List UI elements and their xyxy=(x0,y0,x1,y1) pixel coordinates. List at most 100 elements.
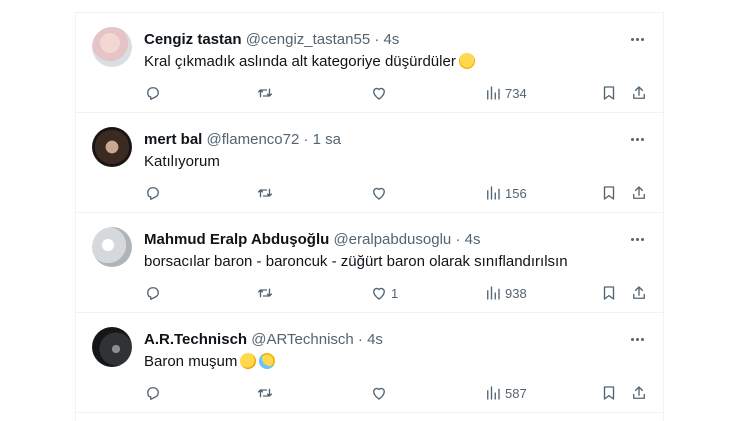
bookmark-icon xyxy=(603,386,615,400)
tweet-text: Kral çıkmadık aslında alt kategoriye düş… xyxy=(144,52,475,72)
author-name[interactable]: A.R.Technisch xyxy=(144,331,247,348)
reply-button[interactable] xyxy=(144,83,162,103)
share-button[interactable] xyxy=(630,183,648,203)
reply-button[interactable] xyxy=(144,383,162,403)
retweet-button[interactable] xyxy=(256,283,274,303)
like-button[interactable] xyxy=(370,183,391,203)
tweet-actions: 156 xyxy=(144,183,647,203)
more-icon[interactable] xyxy=(627,31,647,47)
like-button[interactable] xyxy=(370,383,391,403)
views-icon xyxy=(487,286,500,300)
tweet[interactable]: Cengiz tastan @cengiz_tastan55 · 4s Kral… xyxy=(76,13,663,113)
timestamp[interactable]: 1 sa xyxy=(313,131,341,148)
like-count: 1 xyxy=(391,285,399,301)
retweet-icon xyxy=(257,288,273,298)
bookmark-icon xyxy=(603,286,615,300)
bookmark-button[interactable] xyxy=(600,383,618,403)
views-button[interactable]: 938 xyxy=(484,283,527,303)
bookmark-icon xyxy=(603,86,615,100)
retweet-icon xyxy=(257,388,273,398)
views-button[interactable]: 587 xyxy=(484,383,527,403)
views-button[interactable]: 734 xyxy=(484,83,527,103)
like-button[interactable] xyxy=(370,83,391,103)
tweet-header: Mahmud Eralp Abduşoğlu @eralpabdusoglu ·… xyxy=(144,230,480,250)
more-icon[interactable] xyxy=(627,231,647,247)
tweet[interactable]: Mahmud Eralp Abduşoğlu @eralpabdusoglu ·… xyxy=(76,213,663,313)
avatar[interactable] xyxy=(92,227,132,267)
bookmark-button[interactable] xyxy=(600,83,618,103)
separator-dot: · xyxy=(374,31,380,48)
retweet-button[interactable] xyxy=(256,83,274,103)
tweet-text-content: Katılıyorum xyxy=(144,153,220,170)
reply-button[interactable] xyxy=(144,183,162,203)
author-handle[interactable]: @cengiz_tastan55 xyxy=(246,31,370,48)
author-name[interactable]: Mahmud Eralp Abduşoğlu xyxy=(144,231,329,248)
retweet-button[interactable] xyxy=(256,383,274,403)
bookmark-button[interactable] xyxy=(600,183,618,203)
more-icon[interactable] xyxy=(627,331,647,347)
thinking-face-emoji xyxy=(240,353,257,369)
share-icon xyxy=(633,286,645,299)
avatar[interactable] xyxy=(92,327,132,367)
like-icon xyxy=(373,387,385,400)
separator-dot: · xyxy=(357,331,363,348)
tweet-actions: 587 xyxy=(144,383,647,403)
timestamp[interactable]: 4s xyxy=(465,231,481,248)
view-count: 734 xyxy=(505,85,527,101)
share-button[interactable] xyxy=(630,383,648,403)
tweet-feed: Cengiz tastan @cengiz_tastan55 · 4s Kral… xyxy=(75,12,664,421)
share-icon xyxy=(633,86,645,99)
views-icon xyxy=(487,386,500,400)
like-icon xyxy=(373,87,385,100)
retweet-icon xyxy=(257,188,273,198)
tweet[interactable]: A.R.Technisch @ARTechnisch · 4s Baron mu… xyxy=(76,313,663,413)
view-count: 587 xyxy=(505,385,527,401)
separator-dot: · xyxy=(455,231,461,248)
reply-icon xyxy=(147,187,159,200)
author-name[interactable]: Cengiz tastan xyxy=(144,31,242,48)
tweet-text-content: Kral çıkmadık aslında alt kategoriye düş… xyxy=(144,53,456,70)
view-count: 938 xyxy=(505,285,527,301)
tweet-text-content: borsacılar baron - baroncuk - züğürt bar… xyxy=(144,253,568,270)
retweet-icon xyxy=(257,88,273,98)
share-icon xyxy=(633,186,645,199)
view-count: 156 xyxy=(505,185,527,201)
tweet[interactable]: mert bal @flamenco72 · 1 sa Katılıyorum … xyxy=(76,113,663,213)
tweet-text: Baron muşum xyxy=(144,352,276,372)
avatar[interactable] xyxy=(92,27,132,67)
smiling-face-emoji xyxy=(458,53,475,69)
timestamp[interactable]: 4s xyxy=(384,31,400,48)
author-handle[interactable]: @ARTechnisch xyxy=(251,331,354,348)
tweet-actions: 1 938 xyxy=(144,283,647,303)
separator-dot: · xyxy=(303,131,309,148)
author-handle[interactable]: @flamenco72 xyxy=(207,131,300,148)
views-icon xyxy=(487,86,500,100)
like-button[interactable]: 1 xyxy=(370,283,398,303)
tweet-header: Cengiz tastan @cengiz_tastan55 · 4s xyxy=(144,30,399,50)
retweet-button[interactable] xyxy=(256,183,274,203)
views-button[interactable]: 156 xyxy=(484,183,527,203)
tweet-text-content: Baron muşum xyxy=(144,353,238,370)
like-icon xyxy=(373,287,385,300)
reply-icon xyxy=(147,87,159,100)
like-icon xyxy=(373,187,385,200)
avatar[interactable] xyxy=(92,127,132,167)
tweet-header: A.R.Technisch @ARTechnisch · 4s xyxy=(144,330,383,350)
tweet-header: mert bal @flamenco72 · 1 sa xyxy=(144,130,341,150)
reply-button[interactable] xyxy=(144,283,162,303)
bookmark-icon xyxy=(603,186,615,200)
tweet-text: Katılıyorum xyxy=(144,152,220,172)
author-name[interactable]: mert bal xyxy=(144,131,202,148)
reply-icon xyxy=(147,387,159,400)
views-icon xyxy=(487,186,500,200)
bookmark-button[interactable] xyxy=(600,283,618,303)
more-icon[interactable] xyxy=(627,131,647,147)
share-button[interactable] xyxy=(630,83,648,103)
timestamp[interactable]: 4s xyxy=(367,331,383,348)
grinning-sweat-face-emoji xyxy=(259,353,276,369)
tweet-actions: 734 xyxy=(144,83,647,103)
reply-icon xyxy=(147,287,159,300)
author-handle[interactable]: @eralpabdusoglu xyxy=(333,231,451,248)
share-button[interactable] xyxy=(630,283,648,303)
share-icon xyxy=(633,386,645,399)
